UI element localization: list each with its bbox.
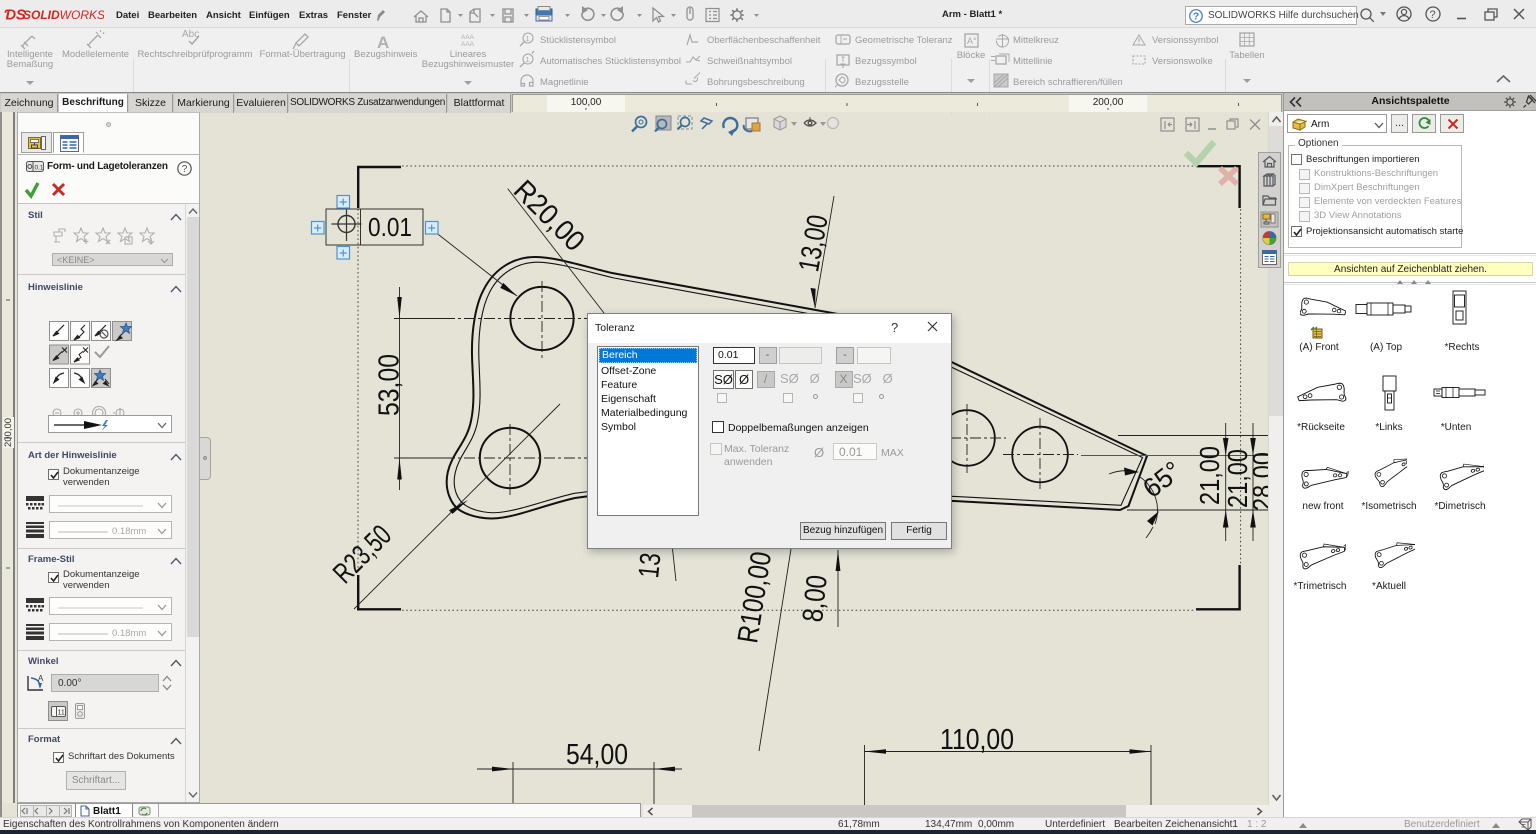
- svg-text:54,00: 54,00: [566, 739, 628, 771]
- svg-text:21,00: 21,00: [1194, 446, 1225, 505]
- svg-text:1: 1: [526, 34, 530, 43]
- svg-text:8,00: 8,00: [797, 573, 834, 623]
- svg-text:?: ?: [182, 164, 188, 175]
- svg-text:13: 13: [633, 551, 667, 579]
- svg-text:SOLIDWORKS: SOLIDWORKS: [23, 8, 104, 22]
- svg-text:R23,50: R23,50: [327, 519, 398, 590]
- svg-text:?: ?: [1193, 12, 1199, 23]
- svg-text:A°: A°: [967, 36, 977, 46]
- svg-text:R100,00: R100,00: [732, 549, 778, 645]
- svg-text:?: ?: [1430, 9, 1436, 21]
- svg-text:A: A: [377, 33, 389, 52]
- svg-text:Abc: Abc: [182, 29, 199, 40]
- svg-text:AAA: AAA: [461, 41, 475, 48]
- svg-text:R20,00: R20,00: [507, 174, 590, 257]
- svg-text:0.01: 0.01: [368, 212, 412, 242]
- svg-text:13,00: 13,00: [793, 213, 834, 275]
- svg-text:A: A: [38, 674, 44, 683]
- svg-text:53,00: 53,00: [374, 354, 406, 416]
- svg-text:11: 11: [58, 710, 65, 717]
- svg-text:0.1: 0.1: [35, 165, 44, 172]
- svg-text:1: 1: [526, 55, 530, 64]
- svg-text:AAA: AAA: [461, 34, 475, 41]
- svg-text:110,00: 110,00: [940, 724, 1014, 756]
